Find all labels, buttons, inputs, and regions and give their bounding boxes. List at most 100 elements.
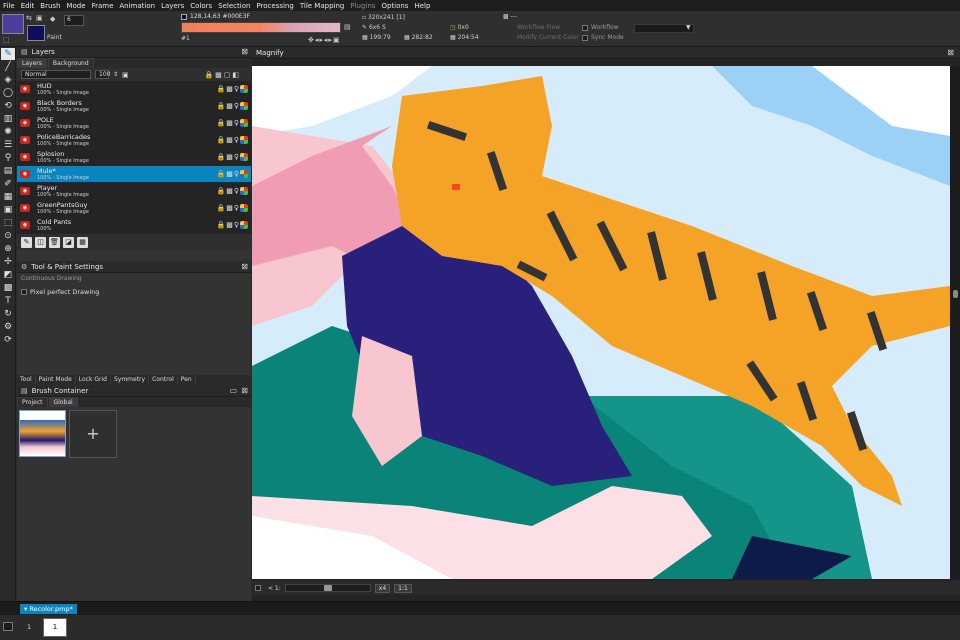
- visibility-eye-icon[interactable]: ◉: [20, 170, 30, 178]
- menu-item-animation[interactable]: Animation: [119, 2, 155, 10]
- globe-tool-icon[interactable]: ⊕: [1, 243, 15, 255]
- prev-zoom-label[interactable]: < 1:: [268, 585, 281, 592]
- layer-row[interactable]: ◉ GreenPantsGuy 100% - Single Image 🔒▩♀: [17, 200, 251, 217]
- zoom-level-button[interactable]: x4: [374, 583, 391, 593]
- layer-flag-icons[interactable]: 🔒▩♀: [217, 153, 248, 161]
- swap-colors-icon[interactable]: ⇆: [26, 14, 32, 22]
- close-icon[interactable]: ⊠: [241, 47, 248, 56]
- frame-thumbnail[interactable]: 1: [43, 618, 67, 637]
- gradient-tool-icon[interactable]: ▥: [1, 113, 15, 125]
- background-color-swatch[interactable]: [27, 25, 45, 41]
- opacity-stepper-icon[interactable]: ⇕: [113, 71, 118, 78]
- new-layer-icon[interactable]: ✎: [21, 236, 32, 248]
- vertical-scrollbar[interactable]: [950, 66, 960, 579]
- type-tool-icon[interactable]: T: [1, 295, 15, 307]
- smudge-tool-icon[interactable]: ☰: [1, 139, 15, 151]
- line-tool-icon[interactable]: ╱: [1, 61, 15, 73]
- pixel-tool-icon[interactable]: ▩: [1, 282, 15, 294]
- artwork[interactable]: [252, 66, 950, 579]
- tab-background[interactable]: Background: [47, 58, 94, 68]
- tab-pen[interactable]: Pen: [178, 375, 196, 384]
- sync-mode-checkbox[interactable]: [582, 34, 588, 41]
- zoom-slider[interactable]: [284, 584, 371, 592]
- layer-flag-icons[interactable]: 🔒▩♀: [217, 119, 248, 127]
- ratio-button[interactable]: 1:1: [394, 583, 412, 593]
- duplicate-layer-icon[interactable]: ◫: [35, 236, 46, 248]
- palette-icon[interactable]: ▣: [36, 14, 43, 22]
- tab-tool[interactable]: Tool: [17, 375, 36, 384]
- recolor-tool-icon[interactable]: ⟳: [1, 334, 15, 346]
- tab-control[interactable]: Control: [149, 375, 178, 384]
- reset-colors-icon[interactable]: ⬚: [3, 36, 10, 44]
- rgb-icon[interactable]: [240, 153, 248, 161]
- zoom-slider-knob[interactable]: [323, 585, 332, 591]
- menu-item-frame[interactable]: Frame: [92, 2, 114, 10]
- menu-item-selection[interactable]: Selection: [218, 2, 250, 10]
- menu-item-options[interactable]: Options: [381, 2, 408, 10]
- picker-tool-icon[interactable]: ✐: [1, 178, 15, 190]
- layer-row[interactable]: ◉ Cold Pants 100% 🔒▩♀: [17, 217, 251, 234]
- menu-item-processing[interactable]: Processing: [256, 2, 293, 10]
- transform-tool-icon[interactable]: ⟲: [1, 100, 15, 112]
- grid-tool-icon[interactable]: ▦: [1, 191, 15, 203]
- stamp-tool-icon[interactable]: ▤: [1, 165, 15, 177]
- layer-options-icon[interactable]: ▣: [122, 71, 129, 79]
- folder-icon[interactable]: ▭: [229, 386, 237, 395]
- paint-tool-icon[interactable]: ✎: [1, 48, 15, 60]
- move-tool-icon[interactable]: ✢: [1, 256, 15, 268]
- layer-flag-icons[interactable]: 🔒▩♀: [217, 136, 248, 144]
- close-icon[interactable]: ⊠: [241, 262, 248, 271]
- layer-row[interactable]: ◉ Splosion 100% - Single Image 🔒▩♀: [17, 149, 251, 166]
- chevron-down-icon[interactable]: ▼: [686, 24, 691, 31]
- layer-lock-icons[interactable]: 🔒▩▢◧: [204, 71, 241, 79]
- workflow-select[interactable]: [634, 24, 694, 33]
- visibility-eye-icon[interactable]: ◉: [20, 187, 30, 195]
- visibility-eye-icon[interactable]: ◉: [20, 136, 30, 144]
- drawing-canvas[interactable]: [252, 66, 950, 579]
- tab-paint-mode[interactable]: Paint Mode: [36, 375, 76, 384]
- close-icon[interactable]: ⊠: [241, 386, 248, 395]
- eraser-tool-icon[interactable]: ◩: [1, 269, 15, 281]
- vertical-scroll-thumb[interactable]: [953, 290, 958, 298]
- visibility-eye-icon[interactable]: ◉: [20, 119, 30, 127]
- brush-shape-icon[interactable]: ◆: [50, 15, 55, 23]
- rgb-icon[interactable]: [240, 85, 248, 93]
- lock-view-checkbox[interactable]: [255, 585, 261, 591]
- menu-item-colors[interactable]: Colors: [190, 2, 212, 10]
- workflow-checkbox[interactable]: [582, 24, 588, 31]
- layer-row[interactable]: ◉ POLE 100% - Single Image 🔒▩♀: [17, 115, 251, 132]
- visibility-eye-icon[interactable]: ◉: [20, 221, 30, 229]
- merge-layer-icon[interactable]: ◪: [63, 236, 74, 248]
- layer-flag-icons[interactable]: 🔒▩♀: [217, 170, 248, 178]
- rgb-icon[interactable]: [240, 119, 248, 127]
- spray-tool-icon[interactable]: ✺: [1, 126, 15, 138]
- fill-tool-icon[interactable]: ◈: [1, 74, 15, 86]
- menu-item-edit[interactable]: Edit: [21, 2, 35, 10]
- shape-tool-icon[interactable]: ◯: [1, 87, 15, 99]
- gradient-menu-icon[interactable]: ▤: [344, 23, 351, 31]
- layer-row[interactable]: ◉ Player 100% - Single Image 🔒▩♀: [17, 183, 251, 200]
- layer-flag-icons[interactable]: 🔒▩♀: [217, 85, 248, 93]
- menu-item-mode[interactable]: Mode: [66, 2, 85, 10]
- effects-tool-icon[interactable]: ⚙: [1, 321, 15, 333]
- layer-row[interactable]: ◉ Black Borders 100% - Single Image 🔒▩♀: [17, 98, 251, 115]
- layer-flag-icons[interactable]: 🔒▩♀: [217, 221, 248, 229]
- menu-item-layers[interactable]: Layers: [161, 2, 184, 10]
- maximize-icon[interactable]: ⊠: [947, 47, 954, 59]
- layer-row[interactable]: ◉ PoliceBarricades 100% - Single Image 🔒▩♀: [17, 132, 251, 149]
- pixel-perfect-checkbox[interactable]: [21, 289, 27, 295]
- layer-settings-icon[interactable]: ▦: [77, 236, 88, 248]
- visibility-eye-icon[interactable]: ◉: [20, 102, 30, 110]
- select-tool-icon[interactable]: ⬚: [1, 217, 15, 229]
- frame-options-button[interactable]: [3, 622, 13, 631]
- layer-row[interactable]: ◉ Mule* 100% - Single Image 🔒▩♀: [17, 166, 251, 183]
- layer-flag-icons[interactable]: 🔒▩♀: [217, 204, 248, 212]
- gradient-nav-icons[interactable]: ✥◂▸◂▸▣: [308, 36, 341, 44]
- rotate-tool-icon[interactable]: ↻: [1, 308, 15, 320]
- tab-global[interactable]: Global: [48, 397, 78, 407]
- color-gradient-bar[interactable]: [181, 22, 341, 33]
- tab-symmetry[interactable]: Symmetry: [111, 375, 150, 384]
- rgb-icon[interactable]: [240, 187, 248, 195]
- delete-layer-icon[interactable]: 🗑: [49, 236, 60, 248]
- opacity-input[interactable]: 100: [95, 70, 110, 79]
